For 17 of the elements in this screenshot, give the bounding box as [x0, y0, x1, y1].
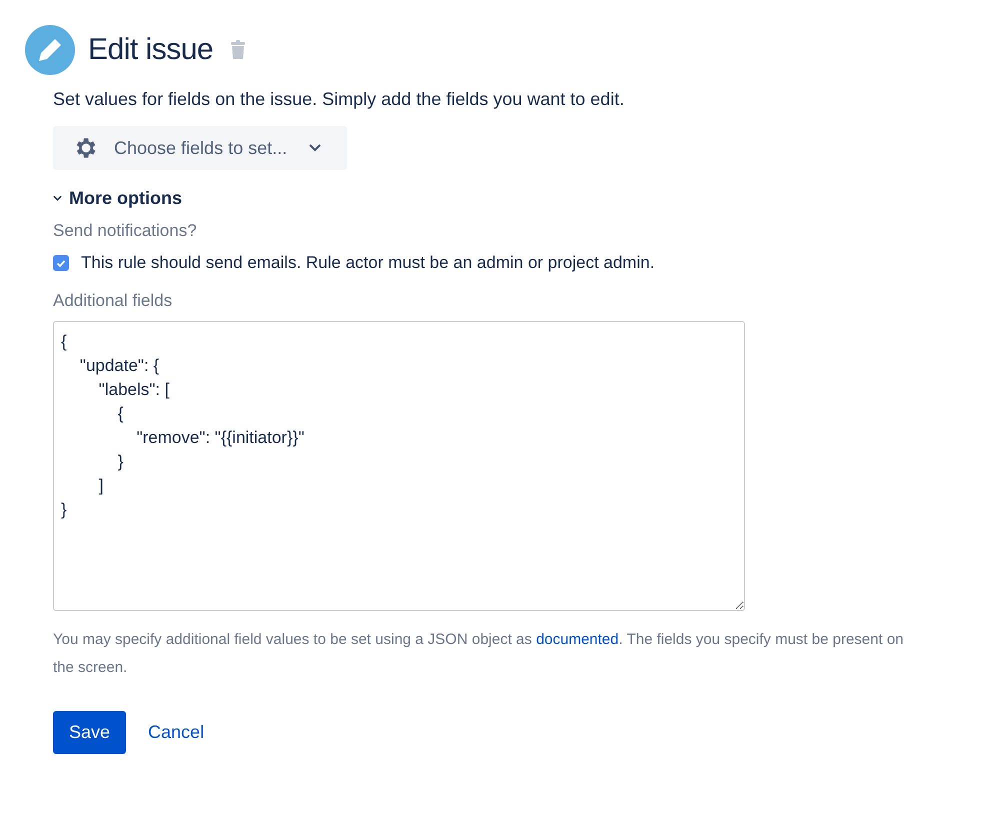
additional-fields-label: Additional fields: [53, 291, 174, 311]
notifications-label: Send notifications?: [53, 221, 198, 241]
page-title: Edit issue: [88, 33, 214, 67]
description-text: Set values for fields on the issue. Simply add the fields you want to edit.: [53, 89, 626, 110]
save-button[interactable]: Save: [53, 711, 126, 754]
send-emails-checkbox[interactable]: [53, 255, 69, 271]
choose-fields-dropdown[interactable]: Choose fields to set...: [53, 126, 348, 170]
send-emails-label: This rule should send emails. Rule actor must be an admin or project admin.: [81, 253, 655, 273]
additional-fields-input[interactable]: { "update": { "labels": [ { "remove": "{{initiator}}" } ] }: [53, 321, 745, 611]
pencil-icon: [25, 25, 75, 75]
more-options-toggle[interactable]: More options: [53, 188, 182, 209]
chevron-icon: [53, 195, 62, 202]
cancel-button[interactable]: Cancel: [148, 722, 204, 743]
chevron-down-icon: [309, 144, 322, 152]
help-text: You may specify additional field values to be set using a JSON object as documented. The fields you specify must be present on the screen.: [53, 630, 905, 678]
trash-icon[interactable]: [230, 40, 246, 60]
documented-link[interactable]: documented: [536, 631, 619, 648]
